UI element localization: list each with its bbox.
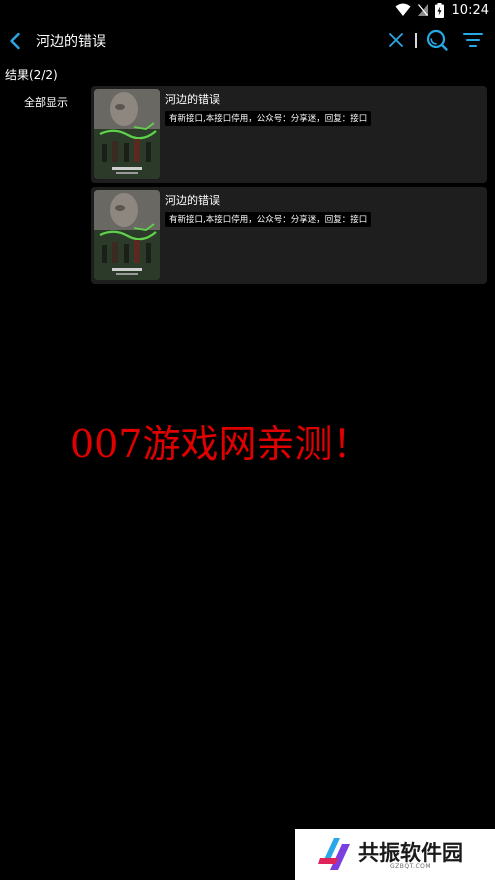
search-input[interactable] bbox=[36, 30, 366, 52]
site-logo: 共振软件园 GZBQT.COM bbox=[295, 829, 495, 880]
logo-domain: GZBQT.COM bbox=[390, 863, 432, 870]
signal-off-icon bbox=[417, 4, 428, 16]
card-title: 河边的错误 bbox=[165, 194, 220, 207]
card-remark: 有新接口,本接口停用，公众号：分享迷，回复：接口 bbox=[165, 212, 372, 227]
app-screen: 10:24 结果(2/2) 全部显示 bbox=[0, 0, 495, 880]
watermark-text: 007游戏网亲测！ bbox=[70, 422, 371, 466]
poster-artwork bbox=[94, 89, 160, 179]
poster-artwork bbox=[94, 190, 160, 280]
card-remark: 有新接口,本接口停用，公众号：分享迷，回复：接口 bbox=[165, 111, 372, 126]
result-card[interactable]: 河边的错误 有新接口,本接口停用，公众号：分享迷，回复：接口 bbox=[91, 86, 487, 183]
category-all[interactable]: 全部显示 bbox=[24, 94, 68, 110]
status-bar: 10:24 bbox=[0, 0, 495, 20]
result-list: 河边的错误 有新接口,本接口停用，公众号：分享迷，回复：接口 河边的错误 有新接… bbox=[91, 86, 487, 288]
movie-poster bbox=[94, 89, 160, 179]
card-title: 河边的错误 bbox=[165, 93, 220, 106]
search-icon[interactable] bbox=[425, 28, 449, 52]
toolbar-divider bbox=[415, 33, 417, 48]
results-count: 结果(2/2) bbox=[5, 68, 58, 82]
status-time: 10:24 bbox=[451, 2, 489, 18]
result-card[interactable]: 河边的错误 有新接口,本接口停用，公众号：分享迷，回复：接口 bbox=[91, 187, 487, 284]
logo-mark-icon bbox=[318, 838, 350, 870]
close-icon[interactable] bbox=[387, 31, 405, 49]
wifi-icon bbox=[395, 3, 411, 16]
movie-poster bbox=[94, 190, 160, 280]
battery-charging-icon bbox=[434, 2, 444, 18]
back-chevron-icon[interactable] bbox=[6, 30, 26, 52]
search-bar bbox=[0, 24, 495, 58]
filter-icon[interactable] bbox=[462, 30, 484, 50]
